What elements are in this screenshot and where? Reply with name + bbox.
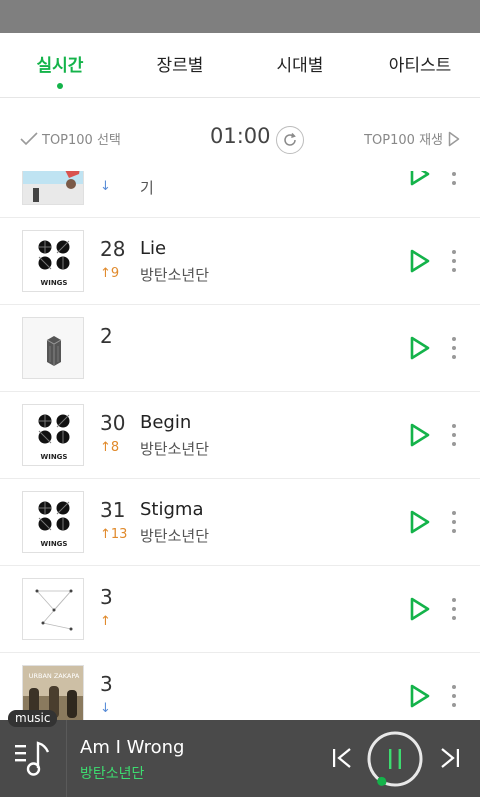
- album-art-label: WINGS: [41, 453, 68, 461]
- rank-change: ↓: [100, 701, 111, 716]
- refresh-button[interactable]: [276, 126, 304, 154]
- tab-artist[interactable]: 아티스트: [360, 33, 480, 93]
- top100-play-button[interactable]: TOP100 재생: [364, 129, 460, 148]
- album-art-label: URBAN ZAKAPA: [29, 672, 80, 680]
- player-divider: [66, 720, 67, 797]
- play-icon[interactable]: [408, 596, 432, 622]
- chart-row[interactable]: 2,5: [0, 305, 480, 392]
- top100-select-label: TOP100 선택: [42, 133, 121, 148]
- chart-list: ↓기WINGS28Lie↑9방탄소년단2,5WINGS30Begin↑8방탄소년…: [0, 171, 480, 720]
- artist-name: 방탄소년단: [140, 527, 210, 545]
- song-title: Stigma: [140, 499, 204, 520]
- song-title: Begin: [140, 412, 192, 433]
- rank-change: ↑9: [100, 266, 120, 281]
- rank-change: ↓: [100, 179, 111, 194]
- chart-row[interactable]: ↓ 기: [0, 171, 480, 218]
- redaction-mark: [118, 699, 258, 720]
- rank-number: 30: [100, 411, 126, 435]
- play-outline-icon: [448, 131, 460, 146]
- redaction-mark: [125, 612, 185, 636]
- chart-control-bar: TOP100 선택 01:00 TOP100 재생: [0, 99, 480, 171]
- tab-genre[interactable]: 장르별: [120, 33, 240, 93]
- redaction-mark: [118, 663, 278, 693]
- play-icon[interactable]: [408, 683, 432, 709]
- chart-row[interactable]: 3e↑: [0, 566, 480, 653]
- album-art-label: WINGS: [41, 279, 68, 287]
- rank-number: 28: [100, 237, 126, 261]
- album-art[interactable]: [22, 578, 84, 640]
- album-art[interactable]: WINGS: [22, 491, 84, 553]
- tab-genre-label: 장르별: [156, 55, 204, 76]
- more-vertical-icon[interactable]: [446, 171, 462, 187]
- tab-realtime[interactable]: 실시간: [0, 33, 120, 93]
- tab-artist-label: 아티스트: [388, 55, 452, 76]
- album-art-label: WINGS: [41, 540, 68, 548]
- active-tab-indicator: [57, 83, 63, 89]
- play-icon[interactable]: [408, 509, 432, 535]
- chart-row[interactable]: WINGS 30 Begin ↑8 방탄소년단: [0, 392, 480, 479]
- rank-change: ↑13: [100, 527, 128, 542]
- check-icon: [20, 131, 38, 145]
- album-art[interactable]: WINGS: [22, 404, 84, 466]
- play-icon[interactable]: [408, 422, 432, 448]
- tab-era-label: 시대별: [276, 55, 324, 76]
- more-vertical-icon[interactable]: [446, 596, 462, 622]
- now-playing-artist: 방탄소년단: [80, 766, 145, 782]
- pause-icon: [389, 749, 401, 769]
- tab-realtime-label: 실시간: [36, 55, 84, 76]
- play-icon[interactable]: [408, 248, 432, 274]
- mini-player[interactable]: Am I Wrong 방탄소년단: [0, 720, 480, 797]
- rank-number: 31: [100, 498, 126, 522]
- chart-row[interactable]: WINGS 28 Lie ↑9 방탄소년단: [0, 218, 480, 305]
- play-icon[interactable]: [408, 335, 432, 361]
- skip-next-icon[interactable]: [438, 746, 462, 770]
- rank-change: ↑: [100, 614, 111, 629]
- more-vertical-icon[interactable]: [446, 422, 462, 448]
- playback-progress-knob[interactable]: [377, 776, 387, 786]
- top100-select-button[interactable]: TOP100 선택: [20, 129, 121, 148]
- skip-previous-icon[interactable]: [330, 746, 354, 770]
- tab-era[interactable]: 시대별: [240, 33, 360, 93]
- rank-change: ↑8: [100, 440, 120, 455]
- chart-tab-bar: 실시간 장르별 시대별 아티스트: [0, 33, 480, 98]
- status-bar: [0, 0, 480, 33]
- pause-button[interactable]: [366, 730, 424, 788]
- album-art[interactable]: [22, 171, 84, 205]
- more-vertical-icon[interactable]: [446, 509, 462, 535]
- album-art[interactable]: [22, 317, 84, 379]
- more-vertical-icon[interactable]: [446, 248, 462, 274]
- redaction-mark: [150, 335, 190, 375]
- artist-name: 방탄소년단: [140, 440, 210, 458]
- countdown-timer: 01:00: [210, 124, 271, 148]
- top100-play-label: TOP100 재생: [364, 133, 443, 148]
- song-title: Lie: [140, 238, 167, 259]
- refresh-icon: [284, 132, 296, 146]
- artist-name: 기: [140, 179, 154, 197]
- redaction-mark: [120, 574, 230, 604]
- chart-row[interactable]: WINGS 31 Stigma ↑13 방탄소년단: [0, 479, 480, 566]
- album-art[interactable]: WINGS: [22, 230, 84, 292]
- more-vertical-icon[interactable]: [446, 335, 462, 361]
- now-playing-title: Am I Wrong: [80, 737, 185, 758]
- play-icon[interactable]: [408, 171, 432, 187]
- more-vertical-icon[interactable]: [446, 683, 462, 709]
- music-badge: music: [8, 710, 58, 727]
- music-note-menu-icon[interactable]: [12, 736, 56, 780]
- artist-name: 방탄소년단: [140, 266, 210, 284]
- chart-row[interactable]: URBAN ZAKAPA 3 ↓: [0, 653, 480, 720]
